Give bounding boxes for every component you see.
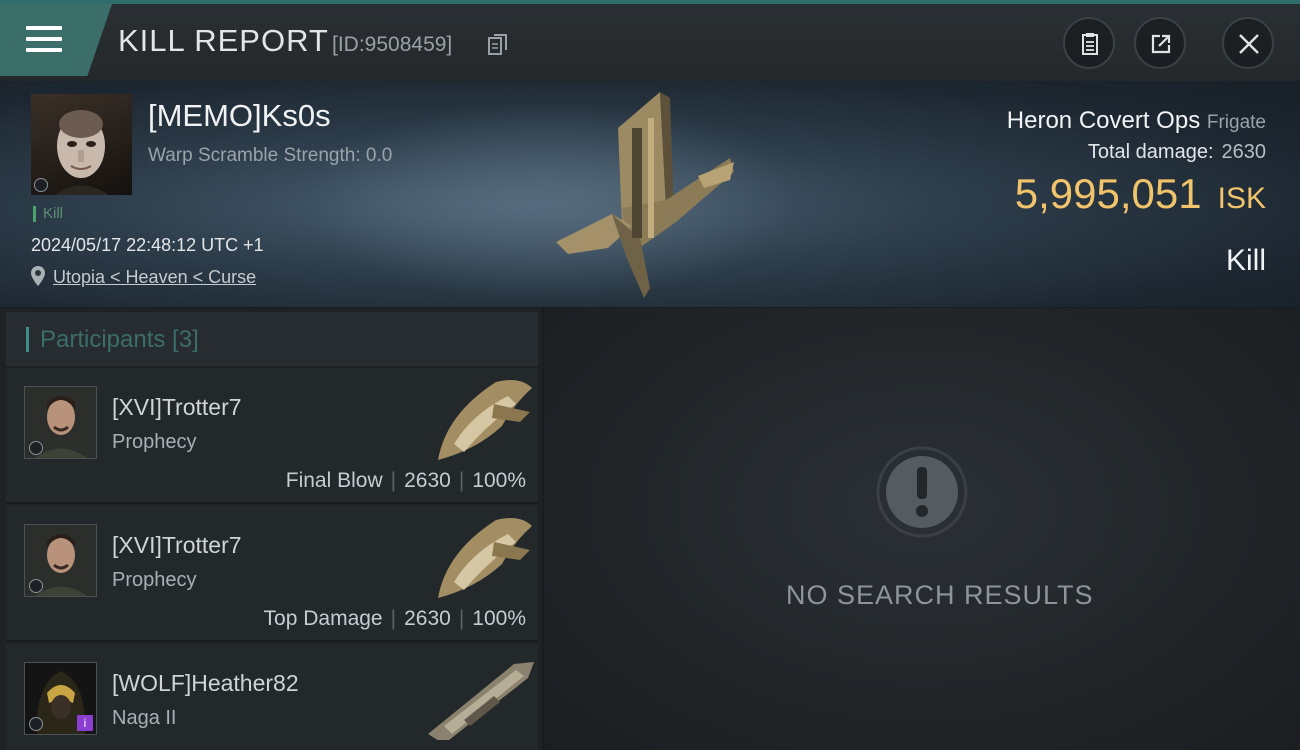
clipboard-icon: [1082, 33, 1098, 55]
participant-ship: Naga II: [112, 707, 177, 729]
report-id: [ID:9508459]: [332, 33, 453, 56]
total-damage-label: Total damage:: [1087, 141, 1214, 163]
victim-ship-class: Frigate: [1206, 112, 1266, 133]
isk-value: 5,995,051 ISK: [1015, 170, 1266, 218]
participants-header: Participants [3]: [6, 312, 538, 366]
victim-portrait[interactable]: [31, 94, 132, 195]
kill-tag: Kill: [33, 206, 63, 222]
kill-location-link[interactable]: Utopia < Heaven < Curse: [53, 267, 256, 288]
corp-icon: [29, 717, 43, 731]
close-button[interactable]: [1222, 17, 1274, 69]
participant-avatar[interactable]: [24, 386, 97, 459]
participant-name[interactable]: [WOLF]Heather82: [112, 670, 299, 697]
corp-icon: [34, 178, 48, 192]
share-button[interactable]: [1134, 17, 1186, 69]
participant-stats: Final Blow | 2630 | 100%: [285, 469, 526, 492]
empty-results-text: NO SEARCH RESULTS: [786, 580, 1094, 610]
participant-name[interactable]: [XVI]Trotter7: [112, 394, 242, 421]
participant-percent: 100%: [472, 469, 526, 492]
exclamation-icon: [876, 446, 968, 538]
participant-ship: Prophecy: [112, 569, 197, 591]
participant-row[interactable]: i [WOLF]Heather82 Naga II: [6, 644, 538, 750]
info-badge-icon: i: [77, 715, 93, 731]
isk-amount: 5,995,051: [1014, 170, 1202, 217]
participant-role: Top Damage: [263, 607, 383, 630]
copy-icon[interactable]: [488, 34, 508, 56]
victim-ship-image: [556, 92, 734, 298]
total-damage-value: 2630: [1221, 141, 1267, 163]
corp-icon: [29, 579, 43, 593]
participant-row[interactable]: [XVI]Trotter7 Prophecy Top Damage | 2630 | 1…: [6, 506, 538, 642]
result-label: Kill: [1225, 244, 1266, 277]
victim-ship-info: Heron Covert Ops Frigate: [1007, 107, 1266, 135]
participant-role: Final Blow: [285, 469, 383, 492]
participant-ship-image: [438, 518, 532, 598]
victim-ship-name: Heron Covert Ops: [1006, 107, 1201, 134]
participant-ship-image: [428, 662, 534, 740]
clipboard-button[interactable]: [1063, 17, 1115, 69]
participant-row[interactable]: [XVI]Trotter7 Prophecy Final Blow | 2630 | 1…: [6, 368, 538, 504]
participant-ship: Prophecy: [112, 431, 197, 453]
total-damage: Total damage: 2630: [1088, 141, 1266, 164]
close-icon: [1239, 34, 1259, 54]
participant-damage: 2630: [404, 607, 451, 630]
corp-icon: [29, 441, 43, 455]
participant-damage: 2630: [404, 469, 451, 492]
participants-title: Participants [3]: [40, 326, 199, 353]
participant-avatar[interactable]: i: [24, 662, 97, 735]
location-pin-icon: [31, 266, 45, 286]
page-title: KILL REPORT: [118, 23, 329, 58]
kill-datetime: 2024/05/17 22:48:12 UTC +1: [31, 235, 264, 255]
share-icon: [1151, 34, 1171, 54]
isk-unit: ISK: [1217, 182, 1266, 215]
warp-scramble-strength: Warp Scramble Strength: 0.0: [148, 145, 393, 166]
participant-ship-image: [438, 380, 532, 460]
participant-avatar[interactable]: [24, 524, 97, 597]
participant-name[interactable]: [XVI]Trotter7: [112, 532, 242, 559]
menu-icon: [26, 26, 62, 56]
participant-percent: 100%: [472, 607, 526, 630]
victim-name[interactable]: [MEMO]Ks0s: [148, 98, 331, 134]
participant-stats: Top Damage | 2630 | 100%: [263, 607, 526, 630]
